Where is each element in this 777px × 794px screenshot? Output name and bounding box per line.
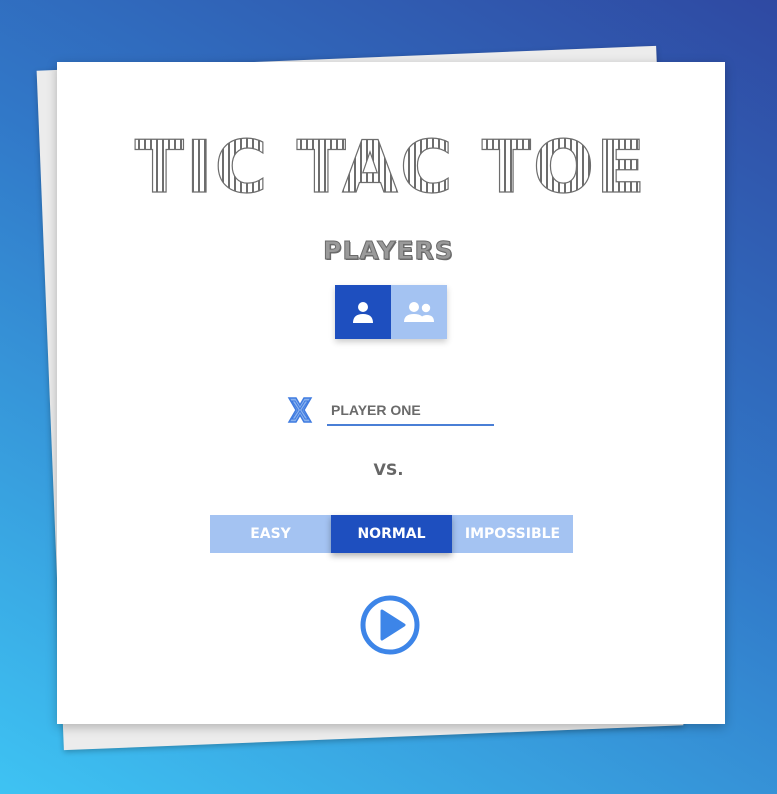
play-circle-icon[interactable]: [360, 595, 420, 655]
two-player-button[interactable]: [391, 285, 447, 339]
game-title-text: TIC TAC TOE: [135, 125, 647, 209]
player-one-name-input[interactable]: [327, 396, 494, 426]
difficulty-selector: EASY NORMAL IMPOSSIBLE: [210, 515, 573, 553]
players-heading: PLAYERS: [323, 236, 454, 266]
versus-label: VS.: [373, 460, 404, 479]
difficulty-impossible-button[interactable]: IMPOSSIBLE: [452, 515, 573, 553]
x-mark-icon: [287, 397, 313, 423]
players-mode-toggle: [335, 285, 447, 339]
game-title: TIC TAC TOE: [134, 124, 647, 209]
two-users-icon: [404, 302, 434, 322]
difficulty-easy-button[interactable]: EASY: [210, 515, 331, 553]
difficulty-normal-button[interactable]: NORMAL: [331, 515, 452, 553]
single-player-button[interactable]: [335, 285, 391, 339]
single-user-icon: [353, 302, 373, 323]
